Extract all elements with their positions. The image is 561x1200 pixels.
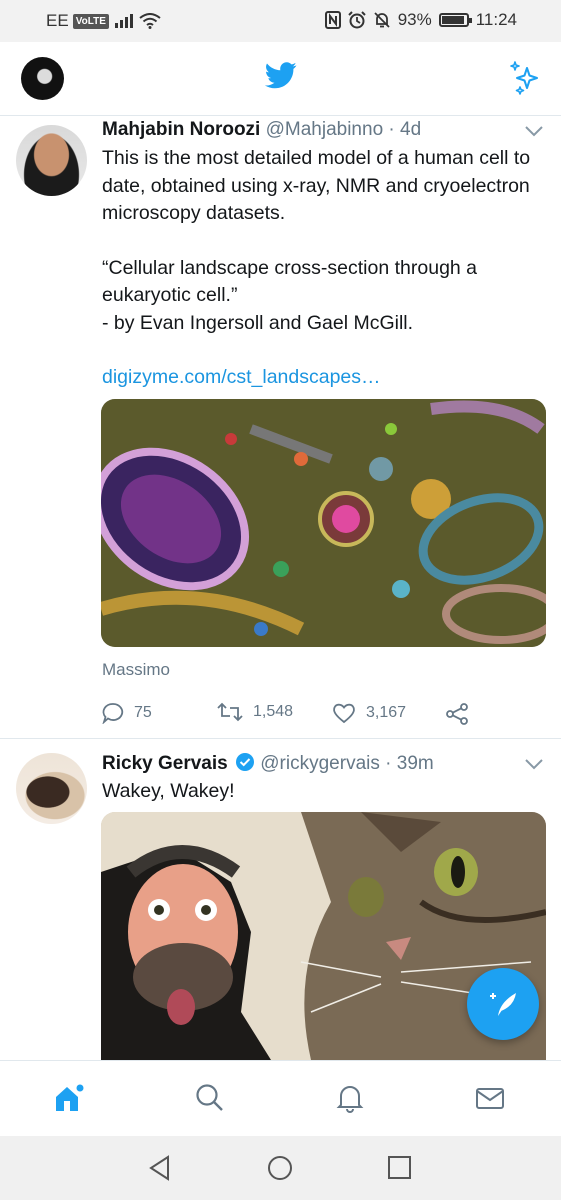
battery-icon — [438, 13, 472, 27]
battery-percent: 93% — [397, 10, 432, 29]
tweet-1-text-paragraph: - by Evan Ingersoll and Gael McGill. — [102, 311, 414, 334]
tweet-1-header: Mahjabin Noroozi @Mahjabinno · 4d — [102, 119, 421, 141]
tweet-2-text: Wakey, Wakey! — [102, 780, 235, 802]
heart-icon — [333, 703, 355, 724]
tweet-1-text-paragraph: “Cellular landscape cross-section throug… — [102, 256, 478, 307]
like-count: 3,167 — [366, 704, 407, 721]
tweet-2-avatar[interactable] — [16, 753, 87, 824]
recents-square-icon[interactable] — [386, 1154, 414, 1182]
tweet-1-link[interactable]: digizyme.com/cst_landscapes… — [102, 364, 547, 392]
battery-fill — [441, 16, 464, 24]
messages-envelope-icon[interactable] — [475, 1083, 505, 1113]
signal-icon — [114, 14, 133, 28]
share-button[interactable] — [445, 702, 469, 726]
status-bar: EE VoLTE 93% 11:24 — [0, 0, 561, 42]
tweet-2-header: Ricky Gervais @rickygervais · 39m — [102, 752, 434, 775]
home-circle-icon[interactable] — [266, 1154, 294, 1182]
compose-feather-icon — [490, 993, 516, 1016]
alarm-icon — [347, 11, 366, 29]
cell-landscape-image — [101, 399, 546, 647]
retweet-icon — [217, 702, 243, 722]
mute-bell-icon — [374, 12, 390, 28]
verified-badge-icon — [235, 753, 254, 771]
home-icon[interactable] — [53, 1083, 85, 1115]
compose-tweet-button[interactable] — [467, 968, 539, 1040]
share-icon — [446, 703, 468, 725]
tweet-1-text-paragraph: This is the most detailed model of a hum… — [102, 147, 531, 224]
top-header — [0, 42, 561, 116]
tweet-1-image[interactable] — [101, 399, 546, 647]
chevron-down-icon[interactable] — [524, 758, 544, 770]
wifi-icon — [139, 13, 161, 29]
chevron-down-icon[interactable] — [524, 125, 544, 137]
notifications-bell-icon[interactable] — [335, 1083, 365, 1113]
tweet-1-author-name[interactable]: Mahjabin Noroozi — [102, 119, 260, 140]
tweet-1-avatar[interactable] — [16, 125, 87, 196]
clock: 11:24 — [475, 10, 517, 29]
tweet-2-time: · 39m — [385, 753, 434, 774]
retweet-button[interactable]: 1,548 — [217, 702, 293, 722]
bottom-navigation — [0, 1060, 561, 1136]
profile-avatar[interactable] — [21, 57, 64, 100]
sparkle-icon[interactable] — [510, 60, 544, 96]
back-icon[interactable] — [146, 1154, 174, 1182]
tweet-1-time: · 4d — [388, 119, 422, 140]
tweet-2-handle[interactable]: @rickygervais — [260, 753, 380, 774]
search-icon[interactable] — [195, 1083, 225, 1113]
retweet-count: 1,548 — [253, 703, 294, 720]
volte-badge: VoLTE — [72, 13, 109, 29]
reply-icon — [102, 703, 124, 724]
reply-button[interactable]: 75 — [102, 702, 152, 724]
tweet-2-author-name[interactable]: Ricky Gervais — [102, 753, 228, 774]
twitter-bird-icon — [265, 62, 297, 89]
status-right: 93% 11:24 — [324, 10, 517, 30]
tweet-1-media-credit: Massimo — [102, 660, 171, 679]
carrier-label: EE — [46, 11, 69, 30]
tweet-1-handle[interactable]: @Mahjabinno — [266, 119, 384, 140]
tweet-1-body: This is the most detailed model of a hum… — [102, 145, 547, 392]
like-button[interactable]: 3,167 — [332, 702, 406, 724]
tweet-1[interactable]: Mahjabin Noroozi @Mahjabinno · 4d This i… — [0, 117, 561, 737]
reply-count: 75 — [134, 704, 152, 721]
system-navigation-bar — [0, 1136, 561, 1200]
status-left: EE VoLTE — [46, 11, 161, 31]
nfc-icon — [324, 11, 341, 29]
